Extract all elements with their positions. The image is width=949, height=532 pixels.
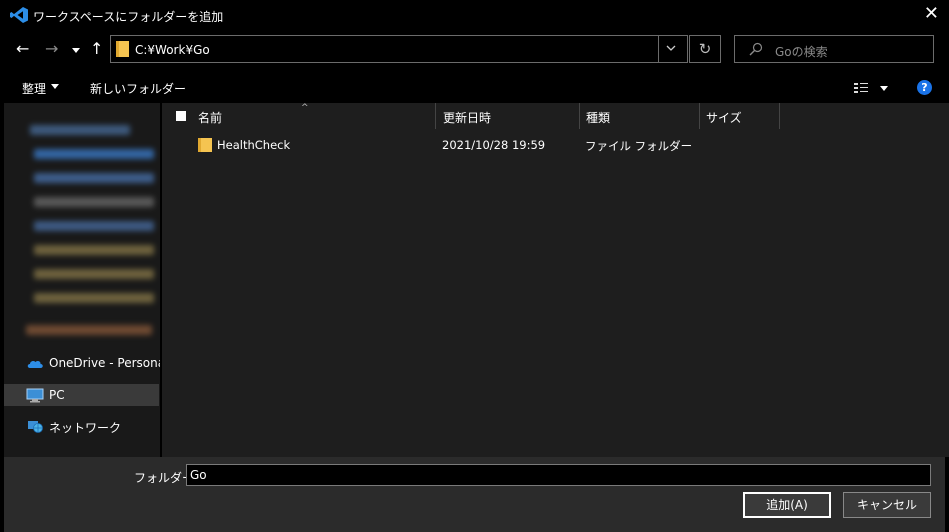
- column-header-modified[interactable]: 更新日時: [443, 109, 491, 135]
- table-row[interactable]: HealthCheck 2021/10/28 19:59 ファイル フォルダー: [162, 135, 949, 155]
- pc-icon: [26, 388, 44, 403]
- column-header-name[interactable]: 名前: [198, 109, 222, 135]
- navigation-pane: OneDrive - Personal PC ネットワーク: [4, 103, 160, 457]
- sidebar-item-network[interactable]: ネットワーク: [4, 415, 159, 437]
- sidebar-item-label: ネットワーク: [49, 421, 122, 435]
- column-header-size[interactable]: サイズ: [706, 109, 742, 135]
- toolbar: 整理 新しいフォルダー ?: [0, 72, 949, 102]
- address-bar[interactable]: C:¥Work¥Go: [110, 35, 688, 63]
- column-header-type[interactable]: 種類: [586, 109, 610, 135]
- new-folder-button[interactable]: 新しいフォルダー: [90, 80, 186, 97]
- up-arrow-icon[interactable]: ↑: [90, 40, 103, 58]
- sidebar-item-pc[interactable]: PC: [4, 384, 159, 406]
- organize-button[interactable]: 整理: [22, 80, 46, 97]
- back-arrow-icon[interactable]: ←: [16, 40, 29, 58]
- forward-arrow-icon[interactable]: →: [45, 40, 58, 58]
- file-list: ^ 名前 更新日時 種類 サイズ HealthCheck 2021/10/28 …: [162, 103, 949, 457]
- search-placeholder: Goの検索: [775, 45, 828, 59]
- blurred-quick-access: [4, 103, 160, 343]
- caret-down-icon[interactable]: [51, 84, 59, 90]
- add-button[interactable]: 追加(A): [743, 492, 831, 518]
- chevron-down-icon[interactable]: [664, 41, 678, 55]
- sidebar-item-onedrive[interactable]: OneDrive - Personal: [4, 352, 160, 374]
- view-options-icon[interactable]: [854, 80, 890, 96]
- file-name[interactable]: HealthCheck: [217, 138, 290, 152]
- vscode-icon: [10, 7, 28, 23]
- folder-icon: [116, 41, 129, 57]
- cloud-icon: [27, 360, 43, 368]
- recent-locations-icon[interactable]: [72, 43, 80, 61]
- file-modified: 2021/10/28 19:59: [442, 138, 546, 152]
- cancel-button[interactable]: キャンセル: [843, 492, 931, 518]
- column-divider[interactable]: [779, 103, 780, 129]
- help-icon[interactable]: ?: [917, 80, 932, 95]
- close-icon[interactable]: ✕: [924, 4, 939, 24]
- search-icon: [749, 42, 763, 56]
- select-all-checkbox[interactable]: [176, 111, 186, 121]
- sidebar-item-label: PC: [49, 388, 65, 402]
- file-type: ファイル フォルダー: [585, 139, 693, 153]
- navigation-bar: ← → ↑ C:¥Work¥Go ↻ Goの検索: [0, 32, 949, 68]
- refresh-button[interactable]: ↻: [689, 35, 721, 63]
- address-path[interactable]: C:¥Work¥Go: [135, 43, 210, 57]
- address-separator: [658, 36, 659, 62]
- column-divider[interactable]: [579, 103, 580, 129]
- title-bar: ワークスペースにフォルダーを追加 ✕: [0, 0, 949, 30]
- network-icon: [28, 421, 43, 433]
- search-input[interactable]: Goの検索: [734, 35, 934, 63]
- sort-ascending-icon: ^: [301, 103, 309, 113]
- column-divider[interactable]: [699, 103, 700, 129]
- dialog-footer: フォルダー: 追加(A) キャンセル: [4, 457, 945, 532]
- sidebar-item-label: OneDrive - Personal: [49, 356, 160, 370]
- folder-icon: [198, 138, 212, 152]
- folder-name-input[interactable]: [186, 464, 931, 486]
- column-divider[interactable]: [435, 103, 436, 129]
- window-title: ワークスペースにフォルダーを追加: [33, 10, 224, 24]
